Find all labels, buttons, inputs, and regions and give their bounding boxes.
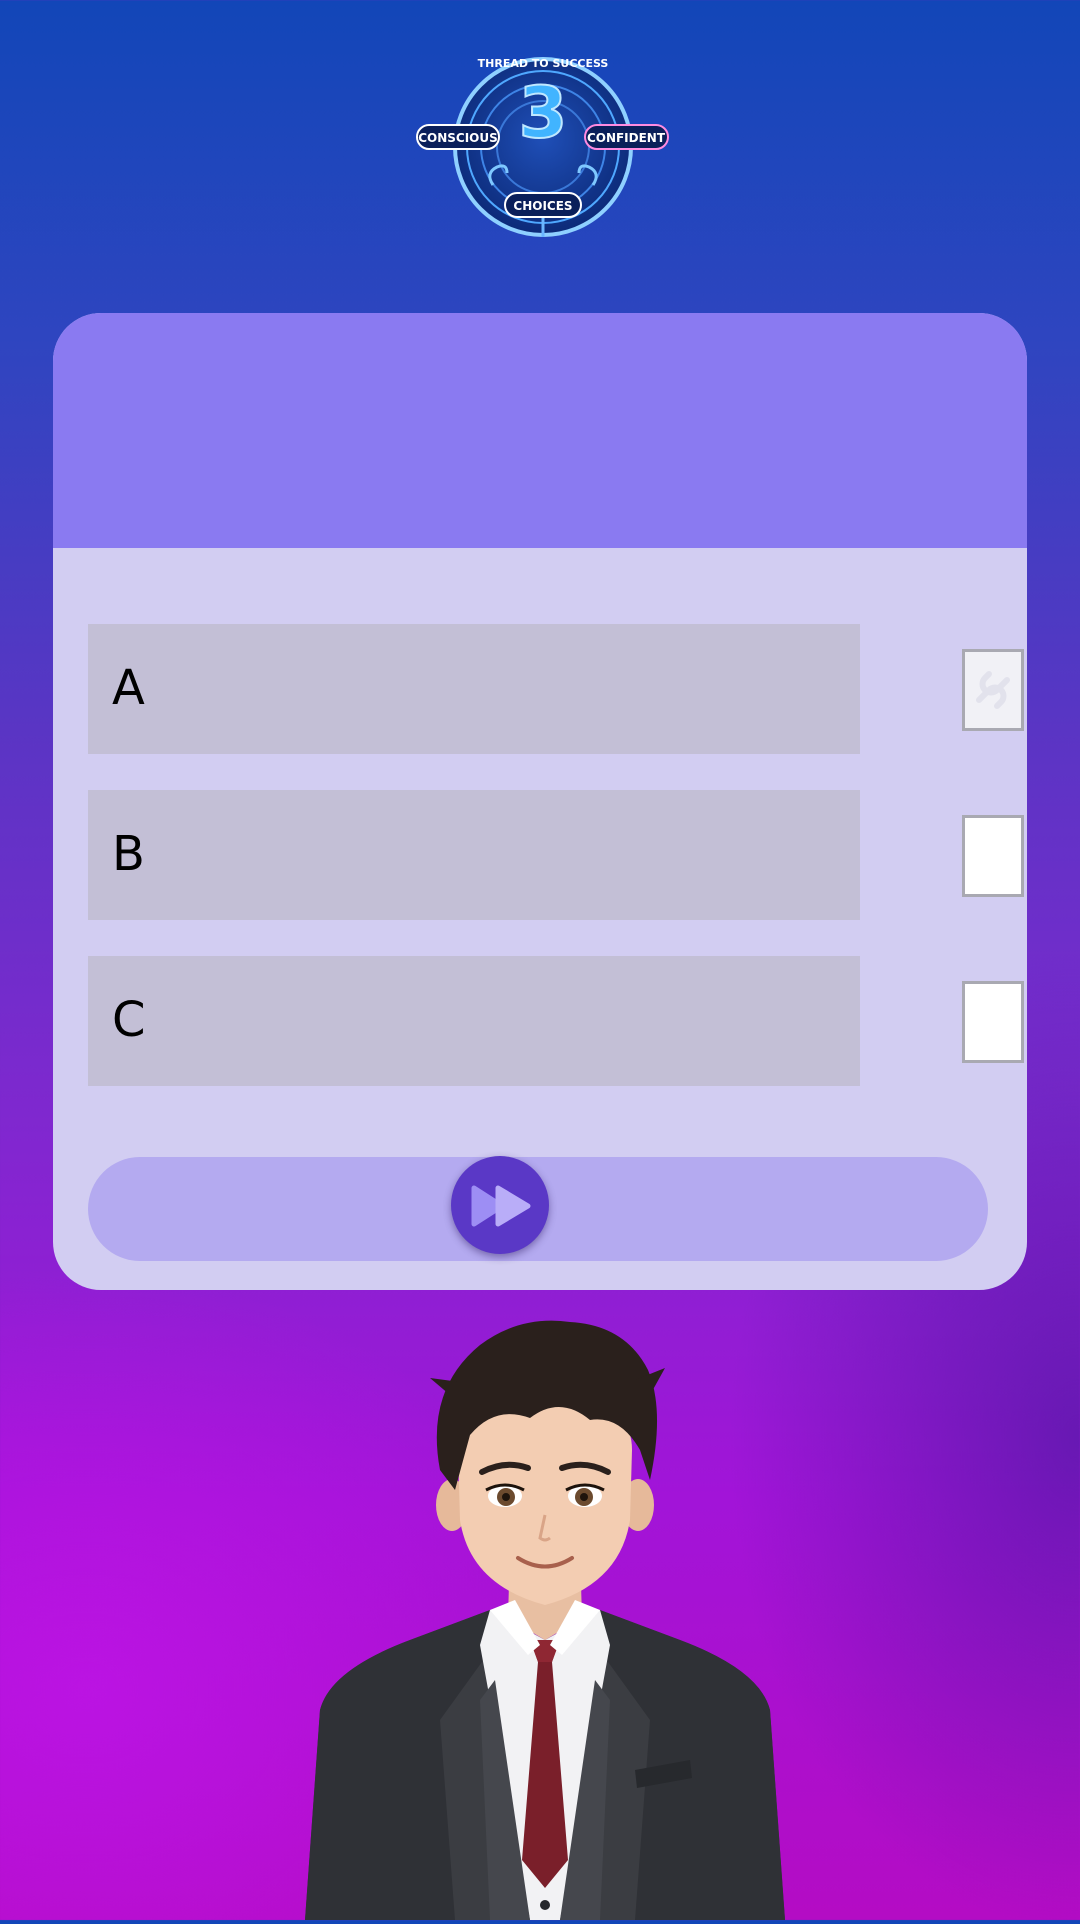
option-a-checkbox[interactable]: [962, 649, 1024, 731]
logo-bottom-label: CHOICES: [513, 199, 572, 213]
logo-arc-text: THREAD TO SUCCESS: [478, 57, 609, 70]
logo-left-label: CONSCIOUS: [418, 131, 498, 145]
logo-right-label: CONFIDENT: [587, 131, 666, 145]
quiz-card: A B C: [53, 313, 1027, 1290]
option-b-button[interactable]: B: [88, 790, 860, 920]
question-header: [53, 313, 1027, 548]
link-icon: [976, 671, 1010, 709]
option-b-checkbox[interactable]: [962, 815, 1024, 897]
fast-forward-icon: [471, 1185, 531, 1227]
option-row-a: A: [88, 624, 1024, 754]
option-c-label: C: [112, 992, 146, 1048]
option-c-button[interactable]: C: [88, 956, 860, 1086]
brand-logo: THREAD TO SUCCESS 3 CONSCIOUS CONFIDENT …: [415, 45, 670, 250]
option-a-button[interactable]: A: [88, 624, 860, 754]
option-row-c: C: [88, 956, 1024, 1086]
logo-numeral: 3: [519, 72, 568, 154]
option-a-label: A: [112, 660, 145, 716]
option-b-label: B: [112, 826, 145, 882]
option-row-b: B: [88, 790, 1024, 920]
next-button[interactable]: [451, 1156, 549, 1254]
host-avatar: [290, 1300, 800, 1920]
option-c-checkbox[interactable]: [962, 981, 1024, 1063]
